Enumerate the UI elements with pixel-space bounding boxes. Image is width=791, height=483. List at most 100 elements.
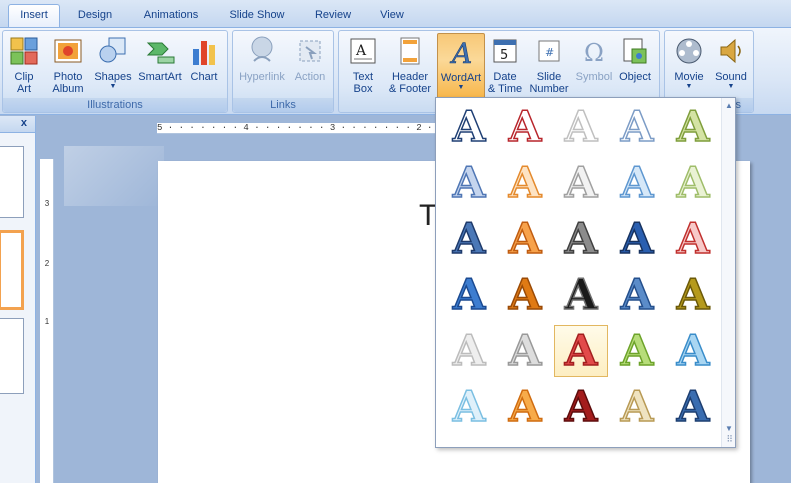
wordart-button[interactable]: A WordArt ▼ — [437, 33, 485, 99]
wordart-style-option[interactable]: A — [666, 325, 720, 377]
clip-art-label-2: Art — [16, 83, 32, 95]
wordart-style-option[interactable]: A — [442, 381, 496, 433]
tab-view[interactable]: View — [368, 5, 416, 27]
wordart-style-option[interactable]: A — [498, 269, 552, 321]
symbol-button[interactable]: Ω Symbol — [573, 33, 615, 99]
wordart-sample-glyph: A — [508, 382, 542, 431]
wordart-dropdown-icon: ▼ — [457, 84, 465, 91]
smartart-button[interactable]: SmartArt — [135, 33, 185, 99]
resize-grip-icon[interactable]: ⠿ — [726, 434, 733, 445]
clip-art-button[interactable]: Clip Art — [5, 33, 43, 99]
horizontal-ruler: 5 · · · · · · · 4 · · · · · · · 3 · · · … — [157, 123, 439, 134]
wordart-style-option[interactable]: A — [498, 381, 552, 433]
tab-animations[interactable]: Animations — [132, 5, 210, 27]
wordart-style-option[interactable]: A — [610, 213, 664, 265]
wordart-style-option[interactable]: A — [666, 101, 720, 153]
wordart-style-option[interactable]: A — [610, 157, 664, 209]
tab-insert[interactable]: Insert — [8, 4, 60, 28]
photo-album-button[interactable]: Photo Album — [45, 33, 91, 99]
text-box-button[interactable]: A Text Box — [343, 33, 383, 99]
sound-button[interactable]: Sound ▼ — [711, 33, 751, 99]
shapes-button[interactable]: Shapes ▼ — [93, 33, 133, 99]
wordart-style-option[interactable]: A — [666, 269, 720, 321]
hyperlink-button[interactable]: Hyperlink — [235, 33, 289, 99]
wordart-sample-glyph: A — [564, 270, 598, 319]
text-box-label-2: Box — [353, 83, 373, 95]
wordart-style-option[interactable]: A — [442, 213, 496, 265]
slide-thumbnail[interactable] — [0, 318, 24, 394]
svg-text:A: A — [355, 43, 367, 59]
header-footer-label-2: & Footer — [388, 83, 432, 95]
wordart-sample-glyph: A — [508, 326, 542, 375]
wordart-style-option[interactable]: A — [554, 325, 608, 377]
symbol-label: Symbol — [575, 71, 613, 83]
slide-number-icon: # — [538, 40, 560, 62]
scroll-up-icon[interactable]: ▲ — [725, 101, 733, 110]
object-button[interactable]: Object — [615, 33, 655, 99]
tab-review[interactable]: Review — [304, 5, 362, 27]
thumbnail-pane-header: x — [0, 116, 35, 133]
gallery-scrollbar[interactable]: ▲ ▼ — [721, 98, 735, 447]
wordart-sample-glyph: A — [620, 102, 654, 151]
tab-design[interactable]: Design — [66, 5, 124, 27]
wordart-style-option[interactable]: A — [610, 325, 664, 377]
wordart-sample-glyph: A — [620, 214, 654, 263]
wordart-sample-glyph: A — [676, 270, 710, 319]
ribbon-tab-strip: Insert Design Animations Slide Show Revi… — [0, 0, 791, 28]
wordart-style-option[interactable]: A — [498, 213, 552, 265]
smartart-label: SmartArt — [138, 71, 182, 83]
wordart-style-option[interactable]: A — [498, 101, 552, 153]
wordart-style-option[interactable]: A — [498, 325, 552, 377]
wordart-sample-glyph: A — [452, 382, 486, 431]
wordart-style-option[interactable]: A — [554, 381, 608, 433]
wordart-sample-glyph: A — [452, 158, 486, 207]
wordart-style-option[interactable]: A — [666, 157, 720, 209]
wordart-sample-glyph: A — [676, 158, 710, 207]
wordart-sample-glyph: A — [564, 382, 598, 431]
chart-button[interactable]: Chart — [185, 33, 223, 99]
wordart-style-option[interactable]: A — [442, 325, 496, 377]
scroll-down-icon[interactable]: ▼ — [725, 424, 733, 433]
wordart-style-option[interactable]: A — [554, 101, 608, 153]
text-box-icon: A — [350, 38, 376, 64]
wordart-sample-glyph: A — [620, 382, 654, 431]
wordart-icon: A — [449, 37, 473, 68]
wordart-style-option[interactable]: A — [610, 381, 664, 433]
wordart-sample-glyph: A — [452, 214, 486, 263]
illustrations-group-label: Illustrations — [3, 98, 227, 112]
slide-number-button[interactable]: # Slide Number — [525, 33, 573, 99]
links-group: Hyperlink Action Links — [232, 30, 334, 113]
slide-number-label-1: Slide — [536, 71, 562, 83]
wordart-style-option[interactable]: A — [442, 269, 496, 321]
header-footer-label-1: Header — [391, 71, 429, 83]
wordart-style-option[interactable]: A — [554, 157, 608, 209]
close-pane-icon[interactable]: x — [21, 117, 27, 129]
sound-label: Sound — [715, 71, 747, 83]
slide-thumbnail[interactable] — [0, 146, 24, 218]
movie-button[interactable]: Movie ▼ — [667, 33, 711, 99]
wordart-style-option[interactable]: A — [666, 213, 720, 265]
wordart-style-option[interactable]: A — [554, 269, 608, 321]
wordart-style-option[interactable]: A — [498, 157, 552, 209]
wordart-sample-glyph: A — [452, 270, 486, 319]
photo-album-label-2: Album — [52, 83, 84, 95]
wordart-style-option[interactable]: A — [666, 381, 720, 433]
wordart-style-option[interactable]: A — [554, 213, 608, 265]
wordart-sample-glyph: A — [676, 382, 710, 431]
wordart-style-option[interactable]: A — [442, 101, 496, 153]
wordart-sample-glyph: A — [620, 326, 654, 375]
svg-text:#: # — [545, 46, 554, 59]
action-icon — [299, 40, 321, 62]
wordart-style-option[interactable]: A — [610, 101, 664, 153]
wordart-style-option[interactable]: A — [610, 269, 664, 321]
slide-thumbnail-selected[interactable] — [0, 230, 24, 310]
speaker-icon — [720, 38, 741, 64]
action-button[interactable]: Action — [289, 33, 331, 99]
date-time-button[interactable]: 5 Date & Time — [487, 33, 523, 99]
header-footer-button[interactable]: Header & Footer — [385, 33, 435, 99]
svg-text:A: A — [449, 37, 472, 68]
tab-slide-show[interactable]: Slide Show — [218, 5, 296, 27]
wordart-style-option[interactable]: A — [442, 157, 496, 209]
chart-icon — [193, 41, 215, 65]
smartart-icon — [146, 42, 175, 64]
